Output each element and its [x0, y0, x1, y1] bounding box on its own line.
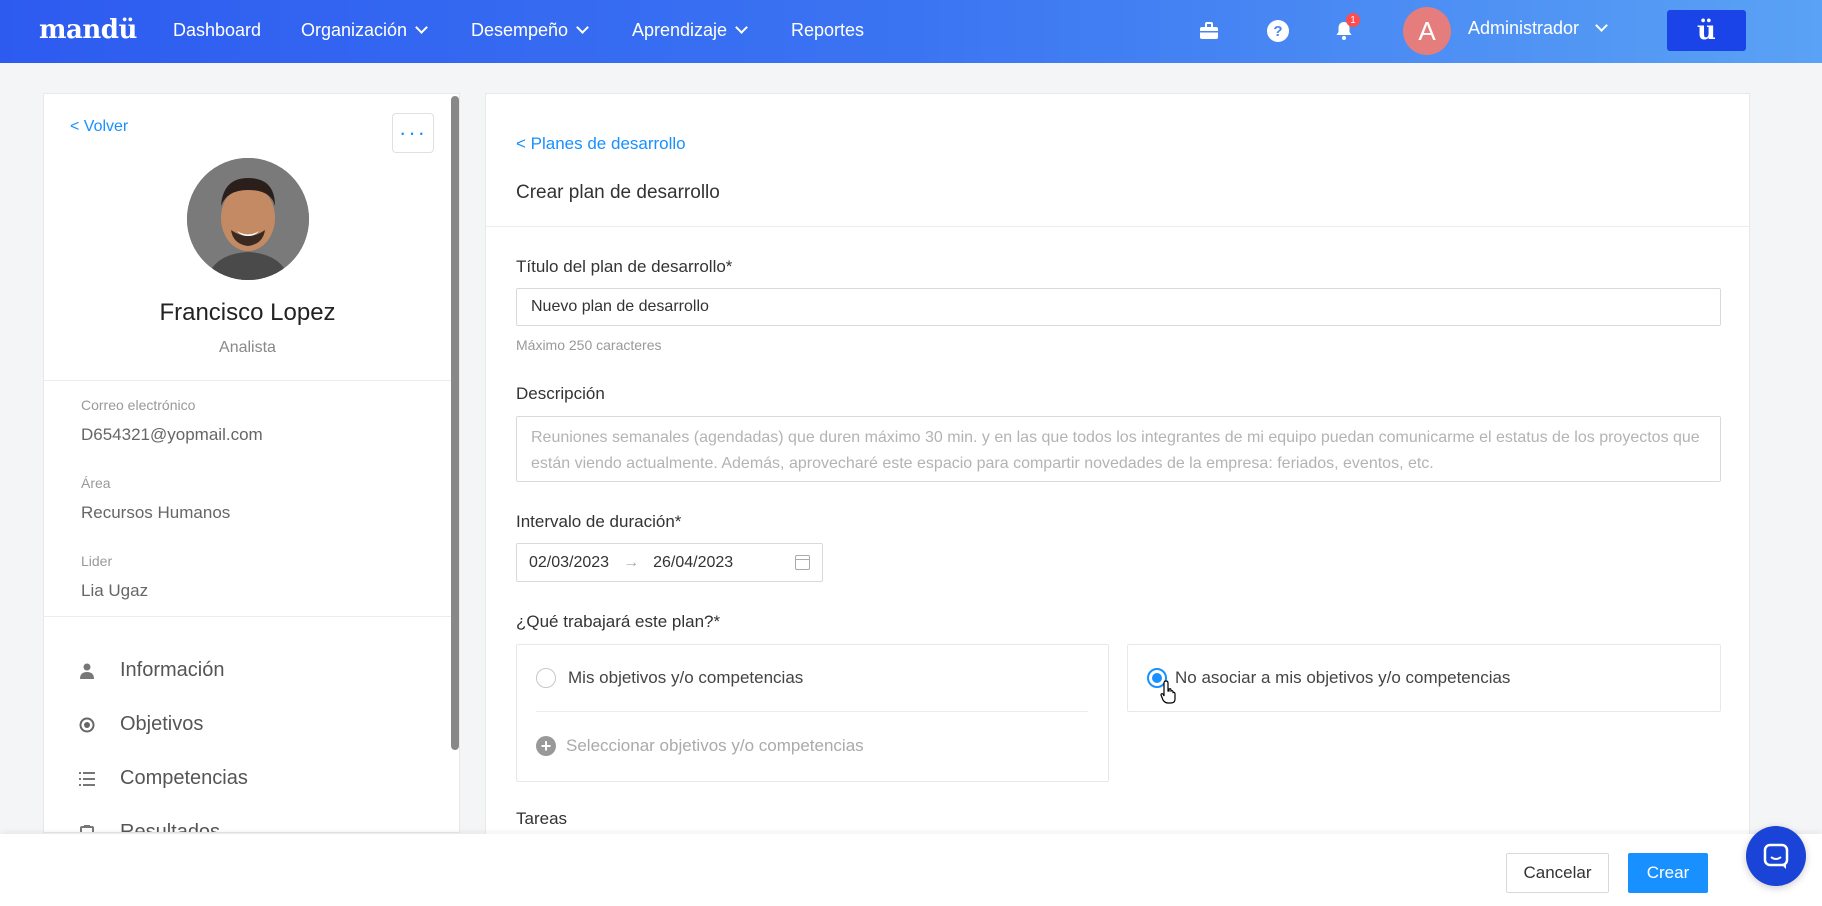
nav-reportes-label: Reportes [791, 20, 865, 40]
title-input[interactable] [516, 288, 1721, 326]
user-name: Administrador [1468, 18, 1580, 38]
brand-button[interactable]: ü [1667, 10, 1746, 51]
user-icon [79, 663, 95, 679]
form-panel: < Planes de desarrollo Crear plan de des… [485, 93, 1750, 853]
email-label: Correo electrónico [81, 397, 196, 413]
chevron-down-icon [415, 21, 428, 34]
menu-item-resultados[interactable]: Resultados [79, 821, 221, 833]
back-link[interactable]: < Volver [70, 118, 128, 136]
objectives-option-box: Mis objetivos y/o competencias + Selecci… [516, 644, 1109, 782]
nav-organizacion[interactable]: Organización [301, 20, 428, 41]
nav-dashboard[interactable]: Dashboard [173, 20, 261, 41]
date-range-picker[interactable]: 02/03/2023 → 26/04/2023 [516, 543, 823, 582]
page-title: Crear plan de desarrollo [516, 182, 720, 203]
scrollbar[interactable] [451, 96, 459, 750]
profile-photo [187, 158, 309, 280]
no-assoc-option-box: No asociar a mis objetivos y/o competenc… [1127, 644, 1721, 712]
menu-item-label: Objetivos [120, 713, 204, 735]
help-icon-glyph: ? [1267, 20, 1289, 42]
duration-label: Intervalo de duración* [516, 512, 682, 531]
chevron-down-icon [1595, 19, 1608, 32]
bell-icon[interactable]: 1 [1330, 13, 1360, 45]
nav-organizacion-label: Organización [301, 20, 408, 40]
area-value: Recursos Humanos [81, 503, 231, 522]
chat-icon[interactable] [1746, 826, 1806, 886]
radio-no-assoc-label: No asociar a mis objetivos y/o competenc… [1175, 668, 1511, 687]
leader-label: Lider [81, 553, 113, 569]
profile-name: Francisco Lopez [159, 299, 336, 326]
radio-no-assoc[interactable]: No asociar a mis objetivos y/o competenc… [1147, 668, 1510, 688]
list-icon [79, 771, 95, 787]
description-textarea[interactable] [516, 416, 1721, 482]
footer-bar: Cancelar Crear [0, 834, 1822, 906]
mandu-logo[interactable]: mandü [39, 15, 137, 45]
nav-desempeno-label: Desempeño [471, 20, 569, 40]
divider [44, 380, 451, 381]
hand-pointer-icon [1160, 680, 1176, 704]
help-icon[interactable]: ? [1264, 17, 1292, 45]
nav-desempeno[interactable]: Desempeño [471, 20, 589, 41]
menu-item-label: Competencias [120, 767, 248, 789]
radio-objectives[interactable]: Mis objetivos y/o competencias [536, 668, 803, 688]
nav-aprendizaje-label: Aprendizaje [632, 20, 728, 40]
notification-badge: 1 [1346, 13, 1360, 27]
briefcase-icon[interactable] [1195, 17, 1223, 45]
nav-dashboard-label: Dashboard [173, 20, 262, 40]
profile-role: Analista [219, 339, 276, 356]
nav-aprendizaje[interactable]: Aprendizaje [632, 20, 748, 41]
radio-objectives-label: Mis objetivos y/o competencias [568, 668, 804, 687]
chevron-down-icon [735, 21, 748, 34]
user-menu[interactable]: Administrador [1468, 18, 1608, 39]
plus-circle-icon: + [536, 736, 556, 756]
end-date[interactable]: 26/04/2023 [653, 554, 733, 572]
radio-button[interactable] [536, 668, 556, 688]
breadcrumb[interactable]: < Planes de desarrollo [516, 134, 686, 154]
cancel-button[interactable]: Cancelar [1506, 853, 1609, 893]
chevron-down-icon [576, 21, 589, 34]
divider [44, 616, 451, 617]
description-label: Descripción [516, 384, 605, 403]
create-button[interactable]: Crear [1628, 853, 1708, 893]
menu-item-competencias[interactable]: Competencias [79, 767, 248, 790]
user-avatar[interactable]: A [1403, 7, 1451, 55]
divider [536, 711, 1088, 712]
menu-item-informacion[interactable]: Información [79, 659, 225, 682]
select-objectives-label: Seleccionar objetivos y/o competencias [566, 736, 864, 755]
menu-item-objetivos[interactable]: Objetivos [79, 713, 203, 736]
clipboard-icon [79, 824, 95, 832]
email-value: D654321@yopmail.com [81, 425, 263, 444]
title-hint: Máximo 250 caracteres [516, 337, 662, 353]
profile-panel: < Volver ··· Francisco Lopez Analista Co… [43, 93, 460, 833]
start-date[interactable]: 02/03/2023 [529, 554, 609, 572]
top-navigation-bar: mandü Dashboard Organización Desempeño A… [0, 0, 1822, 63]
area-label: Área [81, 475, 111, 491]
select-objectives-button[interactable]: + Seleccionar objetivos y/o competencias [536, 736, 864, 756]
scope-label: ¿Qué trabajará este plan?* [516, 612, 721, 631]
calendar-icon[interactable] [795, 555, 810, 570]
leader-value: Lia Ugaz [81, 581, 149, 600]
title-field-label: Título del plan de desarrollo* [516, 257, 733, 276]
more-options-button[interactable]: ··· [392, 113, 434, 153]
range-arrow: → [623, 553, 640, 571]
target-icon [79, 717, 95, 733]
menu-item-label: Resultados [120, 821, 221, 833]
tasks-label: Tareas [516, 809, 568, 828]
nav-reportes[interactable]: Reportes [791, 20, 864, 41]
divider [486, 226, 1749, 227]
menu-item-label: Información [120, 659, 225, 681]
